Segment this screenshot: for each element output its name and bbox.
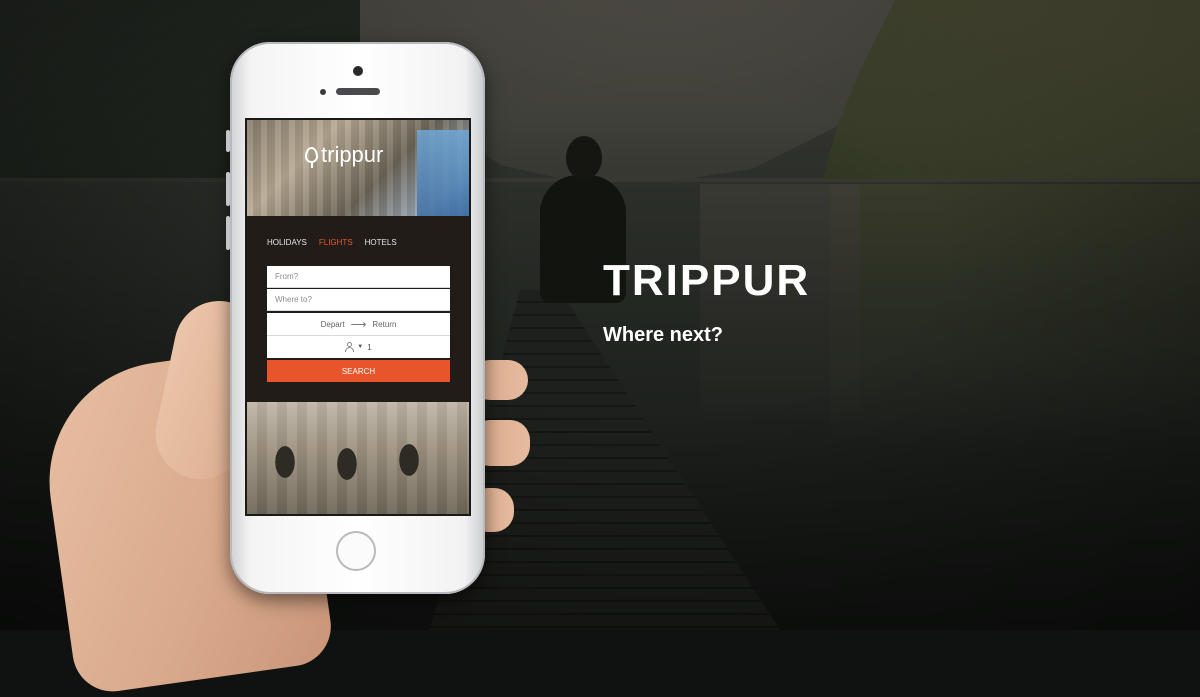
home-button xyxy=(336,531,376,571)
traveller-count: 1 xyxy=(367,342,372,352)
app-logo: trippur xyxy=(305,142,383,168)
logo-text: trippur xyxy=(321,142,384,167)
tab-flights[interactable]: FLIGHTS xyxy=(319,238,353,247)
arrow-right-icon: ⟶ xyxy=(350,318,367,331)
trip-type-tabs: HOLIDAYS FLIGHTS HOTELS xyxy=(267,238,397,247)
caret-down-icon: ▼ xyxy=(357,344,364,350)
return-label[interactable]: Return xyxy=(372,320,396,329)
building-arches xyxy=(247,402,469,514)
phone-volume-down xyxy=(226,216,230,250)
from-input[interactable]: From? xyxy=(267,266,450,288)
phone-volume-up xyxy=(226,172,230,206)
location-pin-icon xyxy=(305,147,318,168)
traveller-selector[interactable]: ▼ 1 xyxy=(267,336,450,358)
front-camera xyxy=(353,66,363,76)
tagline: Where next? xyxy=(603,324,724,346)
to-input[interactable]: Where to? xyxy=(267,289,450,311)
tab-hotels[interactable]: HOTELS xyxy=(365,238,397,247)
proximity-sensor xyxy=(320,89,326,95)
phone-mute-switch xyxy=(226,130,230,152)
tab-holidays[interactable]: HOLIDAYS xyxy=(267,238,307,247)
date-selector[interactable]: Depart ⟶ Return xyxy=(267,313,450,336)
glass-building xyxy=(417,130,469,216)
brand-title: TRIPPUR xyxy=(603,256,811,305)
search-button[interactable]: SEARCH xyxy=(267,360,450,382)
earpiece-speaker xyxy=(336,88,380,95)
person-icon xyxy=(345,342,355,352)
depart-label[interactable]: Depart xyxy=(321,320,345,329)
